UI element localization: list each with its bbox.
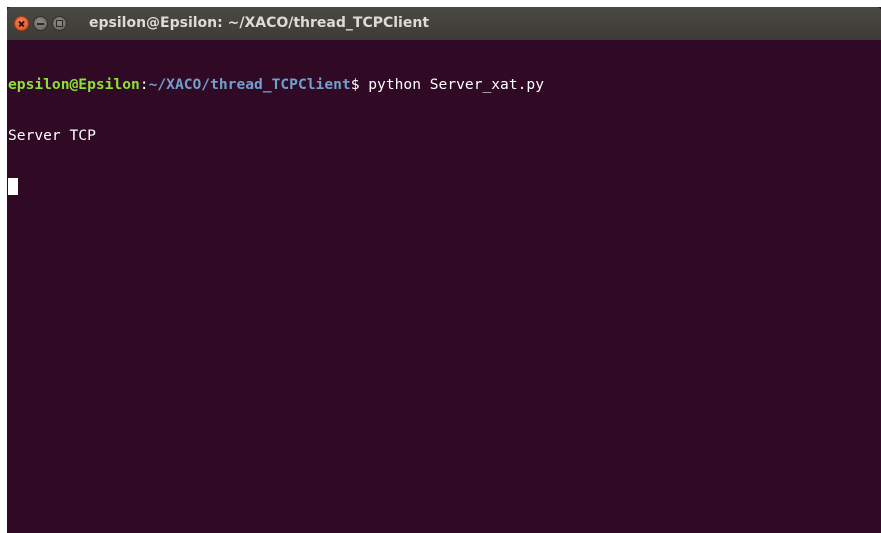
- prompt-symbol: $: [350, 76, 369, 93]
- maximize-icon[interactable]: [52, 16, 67, 31]
- cursor-line: [8, 178, 881, 195]
- window-controls: [14, 16, 67, 31]
- prompt-user: epsilon@Epsilon: [8, 76, 140, 93]
- minimize-icon[interactable]: [33, 16, 48, 31]
- text-cursor: [8, 178, 18, 195]
- window-title: epsilon@Epsilon: ~/XACO/thread_TCPClient: [89, 15, 430, 31]
- prompt-separator: :: [139, 76, 149, 93]
- terminal-window: epsilon@Epsilon: ~/XACO/thread_TCPClient…: [7, 7, 881, 533]
- output-line: Server TCP: [8, 127, 96, 144]
- terminal-area[interactable]: epsilon@Epsilon:~/XACO/thread_TCPClient$…: [7, 40, 881, 229]
- close-icon[interactable]: [14, 16, 29, 31]
- prompt-path: ~/XACO/thread_TCPClient: [148, 76, 351, 93]
- command-text: python Server_xat.py: [368, 76, 544, 93]
- prompt-line: epsilon@Epsilon:~/XACO/thread_TCPClient$…: [8, 76, 881, 93]
- title-bar[interactable]: epsilon@Epsilon: ~/XACO/thread_TCPClient: [7, 7, 881, 40]
